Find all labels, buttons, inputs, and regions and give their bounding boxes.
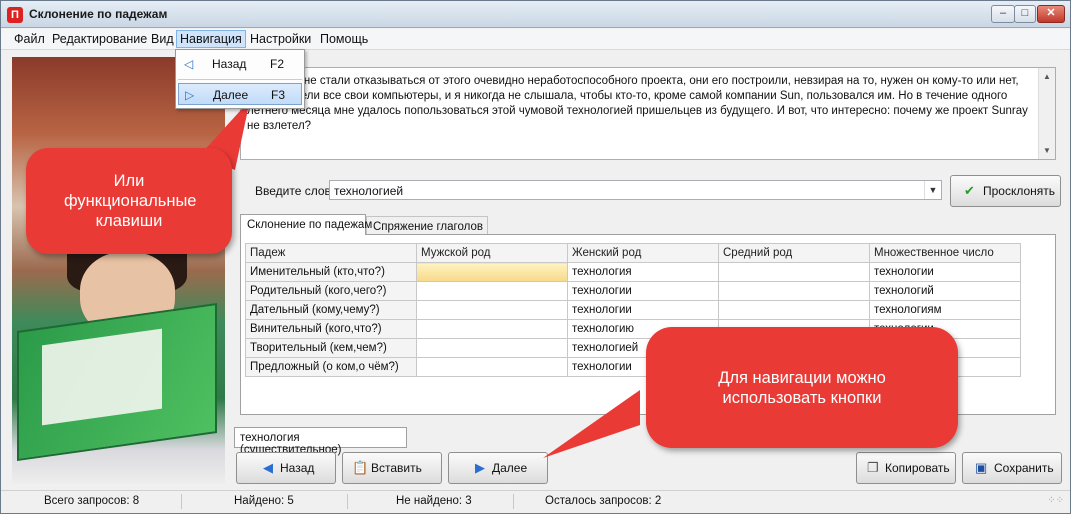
table-row: Дательный (кому,чему?) технологии технол… xyxy=(245,300,1021,320)
status-separator xyxy=(347,494,348,509)
decline-button[interactable]: ✔ Просклонять xyxy=(950,175,1061,207)
status-remaining: Осталось запросов: 2 xyxy=(545,495,662,507)
menu-next-label: Далее xyxy=(213,88,249,102)
chevron-down-icon[interactable]: ▼ xyxy=(924,181,941,199)
save-button-label: Сохранить xyxy=(994,461,1054,475)
arrow-left-icon: ◁ xyxy=(184,57,194,71)
menu-bar: Файл Редактирование Вид Навигация Настро… xyxy=(1,29,1070,50)
copy-icon: ❐ xyxy=(867,460,879,475)
menu-navigation[interactable]: Навигация xyxy=(176,30,246,48)
plural-cell[interactable]: технологиям xyxy=(869,300,1021,320)
menu-back-label: Назад xyxy=(212,57,247,71)
menu-file[interactable]: Файл xyxy=(11,32,48,46)
photo-book-page xyxy=(42,328,162,426)
arrow-right-icon: ▷ xyxy=(185,88,195,102)
insert-button-label: Вставить xyxy=(371,461,422,475)
case-cell: Именительный (кто,что?) xyxy=(245,262,417,282)
masculine-cell[interactable] xyxy=(416,262,568,282)
callout-buttons-tail xyxy=(543,390,640,458)
masculine-cell[interactable] xyxy=(416,281,568,301)
status-separator xyxy=(181,494,182,509)
feminine-cell[interactable]: технология xyxy=(567,262,719,282)
menu-back-item[interactable]: ◁ Назад F2 xyxy=(178,53,302,75)
feminine-cell[interactable]: технологии xyxy=(567,300,719,320)
tab-conjugation[interactable]: Спряжение глаголов xyxy=(366,216,488,235)
callout-nav-buttons-text: Для навигации можно использовать кнопки xyxy=(718,368,886,407)
masculine-cell[interactable] xyxy=(416,319,568,339)
arrow-right-icon: ▶ xyxy=(475,460,485,475)
callout-nav-buttons: Для навигации можно использовать кнопки xyxy=(646,327,958,448)
masculine-cell[interactable] xyxy=(416,357,568,377)
neuter-cell[interactable] xyxy=(718,300,870,320)
header-neuter: Средний род xyxy=(718,243,870,263)
masculine-cell[interactable] xyxy=(416,338,568,358)
paste-icon: 📋 xyxy=(352,460,369,475)
neuter-cell[interactable] xyxy=(718,281,870,301)
status-total: Всего запросов: 8 xyxy=(44,495,140,507)
case-cell: Винительный (кого,что?) xyxy=(245,319,417,339)
title-bar: П Склонение по падежам – □ ✕ xyxy=(1,1,1070,28)
menu-next-shortcut: F3 xyxy=(271,88,286,102)
scroll-up-icon[interactable]: ▲ xyxy=(1041,71,1053,83)
arrow-left-icon: ◀ xyxy=(263,460,273,475)
result-tab[interactable]: технология (существительное) xyxy=(234,427,407,456)
header-plural: Множественное число xyxy=(869,243,1021,263)
check-icon: ✔ xyxy=(964,183,975,198)
window-title: Склонение по падежам xyxy=(29,7,168,21)
word-input-label: Введите слово: xyxy=(255,184,341,198)
status-found: Найдено: 5 xyxy=(234,495,294,507)
source-text: Но проект не стали отказываться от этого… xyxy=(247,75,1028,132)
app-icon: П xyxy=(7,7,23,23)
close-button[interactable]: ✕ xyxy=(1037,5,1065,23)
scroll-down-icon[interactable]: ▼ xyxy=(1041,145,1053,157)
plural-cell[interactable]: технологий xyxy=(869,281,1021,301)
masculine-cell[interactable] xyxy=(416,300,568,320)
decline-button-label: Просклонять xyxy=(983,184,1056,198)
text-scrollbar[interactable]: ▲ ▼ xyxy=(1038,68,1055,159)
callout-function-keys-text: Или функциональные клавиши xyxy=(64,172,197,230)
table-row: Именительный (кто,что?) технология техно… xyxy=(245,262,1021,282)
word-input[interactable]: технологией ▼ xyxy=(329,180,942,200)
resize-grip-icon[interactable]: ⁘⁘ xyxy=(1047,495,1064,506)
status-separator xyxy=(513,494,514,509)
menu-separator xyxy=(178,79,302,80)
copy-button-label: Копировать xyxy=(885,461,950,475)
table-header-row: Падеж Мужской род Женский род Средний ро… xyxy=(245,243,1021,263)
feminine-cell[interactable]: технологии xyxy=(567,281,719,301)
save-button[interactable]: ▣ Сохранить xyxy=(962,452,1062,484)
menu-next-item[interactable]: ▷ Далее F3 xyxy=(178,83,302,105)
back-button-label: Назад xyxy=(280,461,315,475)
next-button-label: Далее xyxy=(492,461,528,475)
source-text-area[interactable]: Но проект не стали отказываться от этого… xyxy=(240,67,1056,160)
case-cell: Творительный (кем,чем?) xyxy=(245,338,417,358)
menu-view[interactable]: Вид xyxy=(148,32,177,46)
tab-declension[interactable]: Склонение по падежам xyxy=(240,214,372,235)
menu-back-shortcut: F2 xyxy=(270,57,285,71)
menu-help[interactable]: Помощь xyxy=(317,32,371,46)
table-row: Родительный (кого,чего?) технологии техн… xyxy=(245,281,1021,301)
copy-button[interactable]: ❐ Копировать xyxy=(856,452,956,484)
header-feminine: Женский род xyxy=(567,243,719,263)
case-cell: Предложный (о ком,о чём?) xyxy=(245,357,417,377)
status-not-found: Не найдено: 3 xyxy=(396,495,472,507)
neuter-cell[interactable] xyxy=(718,262,870,282)
navigation-dropdown: ◁ Назад F2 ▷ Далее F3 xyxy=(175,49,305,109)
back-button[interactable]: ◀ Назад xyxy=(236,452,336,484)
floppy-disk-icon: ▣ xyxy=(975,460,988,475)
minimize-button[interactable]: – xyxy=(991,5,1015,23)
case-cell: Дательный (кому,чему?) xyxy=(245,300,417,320)
callout-function-keys: Или функциональные клавиши xyxy=(26,148,232,254)
case-cell: Родительный (кого,чего?) xyxy=(245,281,417,301)
header-case: Падеж xyxy=(245,243,417,263)
insert-button[interactable]: 📋 Вставить xyxy=(342,452,442,484)
status-bar: Всего запросов: 8 Найдено: 5 Не найдено:… xyxy=(1,490,1070,513)
word-input-value: технологией xyxy=(334,184,404,198)
maximize-button[interactable]: □ xyxy=(1014,5,1036,23)
menu-settings[interactable]: Настройки xyxy=(247,32,314,46)
menu-edit[interactable]: Редактирование xyxy=(49,32,150,46)
plural-cell[interactable]: технологии xyxy=(869,262,1021,282)
header-masculine: Мужской род xyxy=(416,243,568,263)
